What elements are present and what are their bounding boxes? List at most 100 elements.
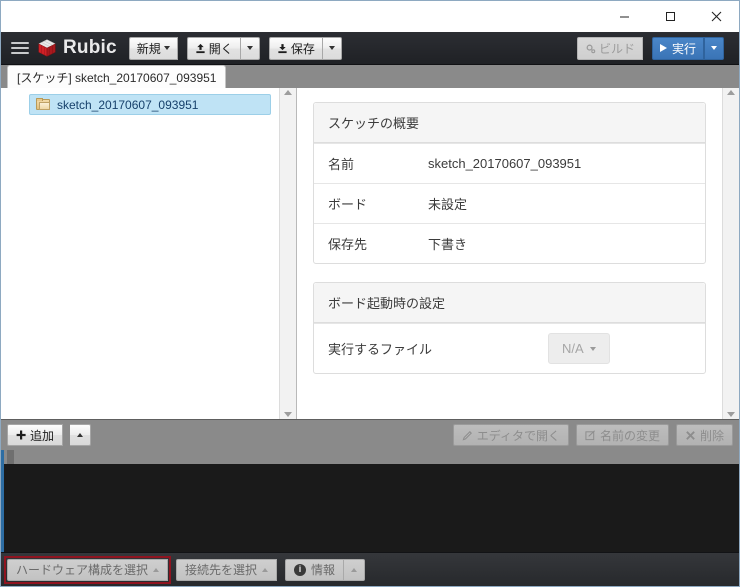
build-button-group: ビルド [576,36,643,60]
save-button[interactable]: 保存 [268,36,323,60]
console-output-panel [1,450,739,552]
application-window: Rubic 新規 開く 保存 ビルド 実行 [スケッチ] sketch_2017… [0,0,740,587]
sketch-summary-title: スケッチの概要 [314,103,705,143]
board-startup-title: ボード起動時の設定 [314,283,705,323]
row-value-name: sketch_20170607_093951 [428,156,582,171]
run-button-label: 実行 [671,41,696,56]
scroll-down-icon[interactable] [727,412,735,417]
row-key-bootfile: 実行するファイル [328,342,433,357]
chevron-down-icon [163,46,170,50]
chevron-up-icon [351,567,358,572]
info-group: i 情報 [285,558,366,581]
open-button-group: 開く [186,36,260,60]
save-dropdown-button[interactable] [322,36,342,60]
chevron-down-icon [711,46,717,50]
title-bar [1,1,739,32]
main-scrollbar[interactable] [722,88,739,419]
scroll-down-icon[interactable] [284,412,292,417]
main-panel: スケッチの概要 名前 sketch_20170607_093951 ボード 未設… [297,88,722,419]
build-button[interactable]: ビルド [576,36,643,60]
status-bar: ハードウェア構成を選択 接続先を選択 i 情報 [1,552,739,586]
connection-select-button[interactable]: 接続先を選択 [176,558,278,581]
board-startup-panel: ボード起動時の設定 実行するファイル N/A [313,282,706,374]
connection-select-label: 接続先を選択 [185,563,258,577]
console-body [4,464,739,552]
chevron-down-icon [246,46,253,50]
table-row: 名前 sketch_20170607_093951 [314,143,705,183]
file-tree-panel: sketch_20170607_093951 [1,88,297,419]
rubic-cube-icon [38,39,56,57]
close-button[interactable] [693,1,739,32]
add-button-label: 追加 [30,428,55,443]
hamburger-menu-icon[interactable] [7,37,33,59]
chevron-down-icon [328,46,335,50]
row-key-name: 名前 [328,157,355,172]
content-area: sketch_20170607_093951 スケッチの概要 名前 sketch… [1,88,739,419]
sketch-summary-panel: スケッチの概要 名前 sketch_20170607_093951 ボード 未設… [313,102,706,264]
console-splitter[interactable] [4,450,739,464]
file-action-bar: 追加 エディタで開く 名前の変更 削除 [1,419,739,450]
info-dropdown-button[interactable] [344,558,366,581]
tree-item-sketch[interactable]: sketch_20170607_093951 [29,94,271,115]
row-value-destination: 下書き [428,237,468,252]
save-button-label: 保存 [290,41,315,56]
row-key-destination: 保存先 [328,237,368,252]
bootfile-select-value: N/A [562,341,584,356]
rename-button[interactable]: 名前の変更 [575,424,669,446]
main-toolbar: Rubic 新規 開く 保存 ビルド 実行 [1,32,739,65]
save-button-group: 保存 [268,36,342,60]
tab-sketch[interactable]: [スケッチ] sketch_20170607_093951 [7,65,227,88]
maximize-button[interactable] [647,1,693,32]
scroll-up-icon[interactable] [284,90,292,95]
bootfile-select[interactable]: N/A [548,333,610,364]
row-value-board: 未設定 [428,197,468,212]
upload-icon [196,43,205,53]
table-row: 実行するファイル N/A [314,323,705,373]
minimize-button[interactable] [601,1,647,32]
brand-name: Rubic [63,37,117,58]
row-key-board: ボード [328,197,368,212]
main-panel-wrapper: スケッチの概要 名前 sketch_20170607_093951 ボード 未設… [297,88,739,419]
close-x-icon [686,430,695,440]
download-icon [278,43,287,53]
chevron-down-icon [589,346,596,351]
tab-label: [スケッチ] sketch_20170607_093951 [17,70,217,85]
run-dropdown-button[interactable] [704,36,724,60]
add-button-group: 追加 [7,424,92,446]
add-dropdown-button[interactable] [70,424,92,446]
run-button[interactable]: 実行 [651,36,704,60]
run-button-group: 実行 [651,36,724,60]
connection-group: 接続先を選択 [176,558,278,581]
pencil-icon [462,430,472,440]
chevron-up-icon [262,567,269,572]
scroll-up-icon[interactable] [727,90,735,95]
file-tree: sketch_20170607_093951 [1,88,279,419]
hardware-config-group: ハードウェア構成を選択 [3,555,172,584]
add-button[interactable]: 追加 [7,424,64,446]
table-row: ボード 未設定 [314,183,705,223]
rename-label: 名前の変更 [599,428,660,443]
open-button-label: 開く [208,41,233,56]
info-icon: i [294,563,307,576]
new-button-label: 新規 [136,41,161,56]
brand-logo: Rubic [37,37,117,59]
open-in-editor-label: エディタで開く [476,428,560,443]
new-button[interactable]: 新規 [128,36,178,60]
info-button[interactable]: i 情報 [285,558,345,581]
console-splitter-handle[interactable] [7,450,14,464]
hardware-config-button[interactable]: ハードウェア構成を選択 [7,558,169,581]
plus-icon [16,430,26,440]
sidebar-scrollbar[interactable] [279,88,296,419]
tab-strip: [スケッチ] sketch_20170607_093951 [1,65,739,88]
hardware-config-label: ハードウェア構成を選択 [16,563,149,577]
folder-icon [36,98,51,111]
tree-item-label: sketch_20170607_093951 [57,97,199,112]
open-button[interactable]: 開く [186,36,241,60]
info-label: 情報 [311,563,336,577]
open-dropdown-button[interactable] [240,36,260,60]
open-in-editor-button[interactable]: エディタで開く [452,424,569,446]
delete-button[interactable]: 削除 [675,424,733,446]
play-icon [659,44,667,52]
chevron-up-icon [153,567,160,572]
delete-label: 削除 [699,428,724,443]
